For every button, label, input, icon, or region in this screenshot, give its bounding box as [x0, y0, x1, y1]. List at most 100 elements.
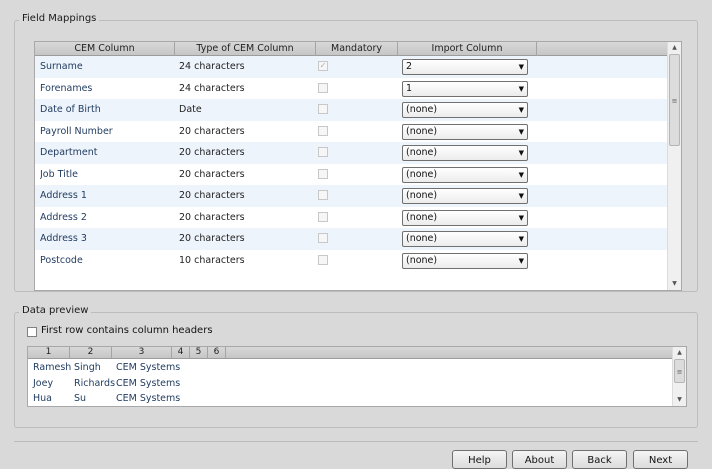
import-column-value: (none) — [406, 211, 438, 223]
preview-scroll-thumb[interactable]: ≡ — [674, 359, 685, 383]
preview-header-3[interactable]: 3 — [112, 347, 172, 359]
next-button[interactable]: Next — [633, 450, 688, 469]
preview-scroll-grip-icon: ≡ — [676, 368, 683, 376]
field-mappings-title: Field Mappings — [19, 13, 100, 24]
first-row-headers-checkbox[interactable] — [27, 327, 37, 337]
mandatory-checkbox — [318, 104, 328, 114]
preview-header-1[interactable]: 1 — [28, 347, 70, 359]
import-column-value: (none) — [406, 190, 438, 201]
chevron-down-icon: ▼ — [518, 170, 524, 179]
mandatory-checkbox — [318, 233, 328, 243]
mandatory-checkbox — [318, 82, 328, 93]
preview-cell: Joey — [33, 377, 54, 389]
field-mappings-group: Field Mappings CEM Column Type of CEM Co… — [14, 13, 698, 292]
mandatory-checkbox — [318, 190, 328, 200]
type-cell: 20 characters — [179, 233, 245, 244]
import-column-value: 2 — [406, 61, 413, 72]
table-row[interactable]: Department 20 characters (none) ▼ — [35, 142, 667, 164]
scroll-down-icon[interactable]: ▼ — [668, 278, 681, 290]
preview-scrollbar[interactable]: ▲ ≡ ▼ — [672, 347, 686, 406]
preview-header-6[interactable]: 6 — [208, 347, 226, 359]
table-row[interactable]: Address 1 20 characters (none) ▼ — [35, 185, 667, 207]
chevron-down-icon: ▼ — [518, 235, 524, 243]
chevron-down-icon: ▼ — [518, 256, 524, 265]
import-column-value: (none) — [406, 125, 438, 137]
cem-column-cell: Address 3 — [40, 233, 87, 244]
preview-scroll-down-icon[interactable]: ▼ — [673, 394, 686, 406]
mandatory-checkbox: ✓ — [318, 61, 328, 71]
import-column-value: (none) — [406, 147, 438, 158]
import-column-dropdown[interactable]: (none) ▼ — [402, 209, 528, 226]
import-column-value: (none) — [406, 233, 438, 244]
scroll-up-icon[interactable]: ▲ — [668, 42, 681, 54]
mandatory-checkbox — [318, 254, 328, 265]
preview-header-5[interactable]: 5 — [190, 347, 208, 359]
check-icon: ✓ — [319, 61, 327, 70]
help-button[interactable]: Help — [452, 450, 507, 469]
import-column-dropdown[interactable]: 2 ▼ — [402, 59, 528, 75]
preview-cell: Hua — [33, 393, 52, 404]
mandatory-checkbox — [318, 147, 328, 157]
vertical-scrollbar[interactable]: ▲ ≡ ▼ — [667, 42, 681, 290]
table-row[interactable]: Surname 24 characters ✓ 2 ▼ — [35, 56, 667, 78]
cem-column-cell: Date of Birth — [40, 104, 101, 115]
header-cem-column[interactable]: CEM Column — [35, 42, 175, 56]
type-cell: 20 characters — [179, 125, 245, 137]
scroll-thumb[interactable]: ≡ — [669, 54, 680, 146]
preview-cell: Su — [74, 393, 87, 404]
type-cell: Date — [179, 104, 202, 115]
import-column-value: 1 — [406, 82, 413, 94]
chevron-down-icon: ▼ — [518, 63, 524, 71]
preview-cell: CEM Systems — [116, 377, 181, 389]
import-column-dropdown[interactable]: (none) ▼ — [402, 145, 528, 161]
table-row[interactable]: Payroll Number 20 characters (none) ▼ — [35, 121, 667, 143]
type-cell: 24 characters — [179, 82, 245, 94]
table-header: CEM Column Type of CEM Column Mandatory … — [35, 42, 681, 56]
table-row[interactable]: Postcode 10 characters (none) ▼ — [35, 250, 667, 272]
table-row[interactable]: Address 3 20 characters (none) ▼ — [35, 228, 667, 250]
type-cell: 20 characters — [179, 190, 245, 201]
preview-header: 1 2 3 4 5 6 — [28, 347, 686, 359]
preview-scroll-up-icon[interactable]: ▲ — [673, 347, 686, 359]
import-column-dropdown[interactable]: 1 ▼ — [402, 80, 528, 97]
back-button[interactable]: Back — [572, 450, 627, 469]
data-preview-group: Data preview First row contains column h… — [14, 305, 698, 428]
header-import-column[interactable]: Import Column — [398, 42, 537, 56]
import-column-value: (none) — [406, 168, 438, 180]
preview-cell: Singh — [74, 362, 101, 373]
chevron-down-icon: ▼ — [518, 213, 524, 222]
cem-column-cell: Address 1 — [40, 190, 87, 201]
import-column-dropdown[interactable]: (none) ▼ — [402, 123, 528, 140]
preview-cell: CEM Systems — [116, 362, 181, 373]
import-column-dropdown[interactable]: (none) ▼ — [402, 252, 528, 269]
type-cell: 20 characters — [179, 147, 245, 158]
import-column-value: (none) — [406, 254, 438, 266]
mandatory-checkbox — [318, 125, 328, 136]
import-column-dropdown[interactable]: (none) ▼ — [402, 231, 528, 247]
import-column-dropdown[interactable]: (none) ▼ — [402, 188, 528, 204]
type-cell: 10 characters — [179, 254, 245, 266]
header-mandatory[interactable]: Mandatory — [316, 42, 398, 56]
chevron-down-icon: ▼ — [518, 149, 524, 157]
data-preview-title: Data preview — [19, 305, 92, 316]
import-column-dropdown[interactable]: (none) ▼ — [402, 102, 528, 118]
cem-column-cell: Forenames — [40, 82, 93, 94]
preview-header-4[interactable]: 4 — [172, 347, 190, 359]
preview-cell: CEM Systems — [116, 393, 181, 404]
preview-header-2[interactable]: 2 — [70, 347, 112, 359]
table-row[interactable]: Job Title 20 characters (none) ▼ — [35, 164, 667, 186]
table-row[interactable]: Address 2 20 characters (none) ▼ — [35, 207, 667, 229]
table-row[interactable]: Forenames 24 characters 1 ▼ — [35, 78, 667, 100]
type-cell: 20 characters — [179, 168, 245, 180]
header-type[interactable]: Type of CEM Column — [175, 42, 316, 56]
first-row-headers-label[interactable]: First row contains column headers — [41, 325, 213, 336]
import-column-dropdown[interactable]: (none) ▼ — [402, 166, 528, 183]
chevron-down-icon: ▼ — [518, 192, 524, 200]
cem-column-cell: Postcode — [40, 254, 83, 266]
mandatory-checkbox — [318, 211, 328, 222]
about-button[interactable]: About — [512, 450, 567, 469]
field-mappings-table: CEM Column Type of CEM Column Mandatory … — [34, 41, 682, 291]
table-row[interactable]: Date of Birth Date (none) ▼ — [35, 99, 667, 121]
scroll-grip-icon: ≡ — [671, 97, 678, 105]
type-cell: 24 characters — [179, 61, 245, 72]
